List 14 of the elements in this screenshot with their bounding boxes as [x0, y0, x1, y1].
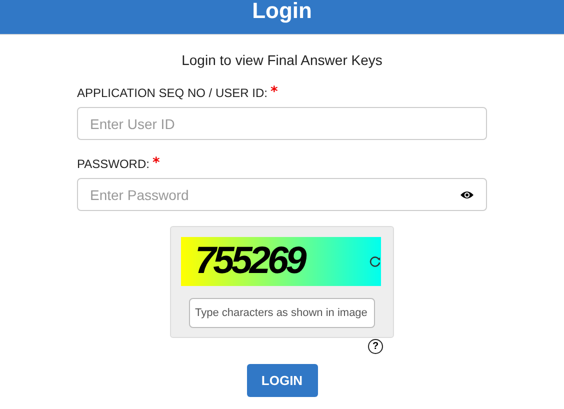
- input-field[interactable]: Enter User ID: [77, 107, 487, 140]
- captcha-image: 755269: [181, 237, 381, 286]
- required-mark: *: [270, 86, 278, 98]
- refresh-icon[interactable]: [369, 256, 381, 268]
- eye-icon[interactable]: [460, 190, 474, 200]
- login-button[interactable]: LOGIN: [246, 364, 318, 397]
- form-subtitle: Login to view Final Answer Keys: [182, 52, 382, 68]
- input-field[interactable]: Enter Password: [77, 178, 487, 211]
- field-label: APPLICATION SEQ NO / USER ID:: [77, 86, 268, 100]
- field-label: PASSWORD:: [77, 157, 150, 171]
- help-icon[interactable]: ?: [368, 339, 383, 354]
- captcha-field[interactable]: Type characters as shown in image: [189, 298, 375, 328]
- page-title: Login: [252, 0, 312, 23]
- required-mark: *: [152, 157, 160, 169]
